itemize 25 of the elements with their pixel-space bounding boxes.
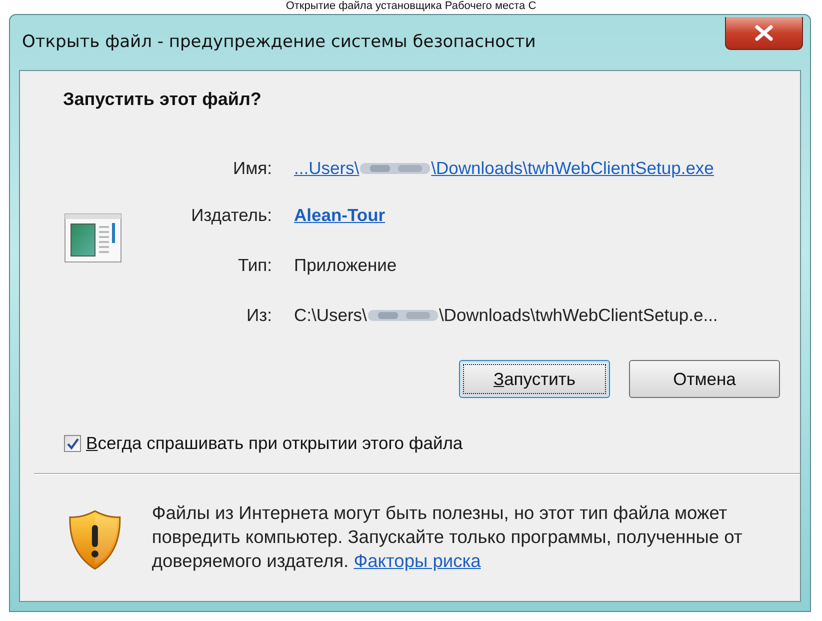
risk-factors-link[interactable]: Факторы риска	[354, 550, 481, 571]
path-text-end: \Downloads\twhWebClientSetup.e...	[438, 304, 718, 326]
field-label: Тип:	[236, 254, 272, 276]
close-icon	[754, 25, 774, 41]
blurred-username-drawing	[368, 307, 438, 323]
blurred-username-drawing	[360, 160, 430, 176]
publisher-link[interactable]: Alean-Tour	[294, 204, 386, 226]
dialog-button[interactable]: Запустить	[459, 360, 610, 398]
close-button[interactable]	[725, 17, 803, 50]
dialog-button[interactable]: Отмена	[629, 360, 780, 398]
caption-text: Открытие файла установщика Рабочего места С	[284, 0, 538, 13]
field-value: Приложение	[294, 254, 397, 276]
checkbox[interactable]	[64, 435, 81, 452]
path-link-end[interactable]: \Downloads\twhWebClientSetup.exe	[431, 158, 714, 178]
field-label: Из:	[246, 304, 272, 326]
window-title: Открыть файл - предупреждение системы безопасности	[22, 32, 536, 52]
field-label: Имя:	[232, 156, 272, 180]
checkbox-label[interactable]: Всегда спрашивать при открытии этого файла	[86, 433, 463, 454]
dialog-heading: Запустить этот файл?	[62, 88, 262, 110]
field-label: Издатель:	[190, 204, 272, 226]
warning-text: Файлы из Интернета могут быть полезны, но этот тип файла может повредить компьютер. Запускайте только программы, полученные от доверяемого издателя. Факторы риска	[152, 501, 744, 573]
warning-shield-icon	[68, 509, 122, 571]
path-link-start[interactable]: ...Users\	[294, 158, 360, 178]
path-text-start: C:\Users\	[294, 304, 367, 326]
application-icon	[64, 213, 122, 263]
